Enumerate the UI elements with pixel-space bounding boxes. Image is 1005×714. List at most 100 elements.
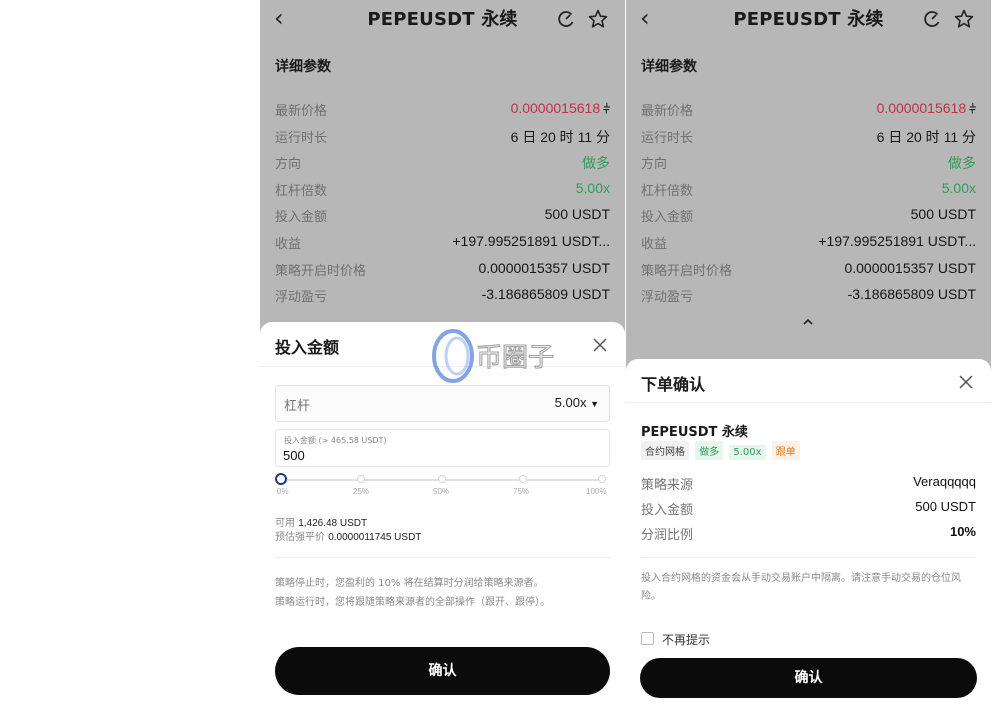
detail-row-latest-price: 最新价格 0.0000015618 ⫩ [275, 95, 610, 122]
amount-field-value: 500 [283, 448, 305, 463]
detail-label: 策略开启时价格 [275, 263, 367, 279]
detail-row-direction: 方向 做多 [275, 148, 610, 175]
detail-label: 收益 [275, 236, 302, 252]
slider-tick-label: 0% [277, 487, 289, 496]
tag-leverage: 5.00x [729, 445, 766, 460]
detail-label: 投入金额 [275, 210, 328, 226]
detail-label: 最新价格 [641, 104, 694, 119]
row-value: Veraqqqqq [913, 474, 976, 489]
amount-field-label: 投入金额 (> 465.58 USDT) [284, 436, 387, 445]
slider-node[interactable] [357, 475, 365, 483]
close-icon[interactable] [958, 374, 974, 390]
detail-value: 6 日 20 时 11 分 [510, 128, 610, 145]
tag-list: 合约网格 做多 5.00x 跟单 [641, 441, 803, 460]
slider-tick-label: 25% [353, 487, 370, 496]
confirm-button[interactable]: 确认 [640, 658, 977, 698]
row-label: 分润比例 [641, 528, 694, 543]
sheet-title: 投入金额 [275, 338, 340, 357]
row-value: 10% [949, 524, 976, 539]
isolation-notice: 投入合约网格的资金会从手动交易账户中隔离。请注意手动交易的仓位风险。 [641, 573, 961, 602]
slider-node[interactable] [598, 475, 606, 483]
slider-node[interactable] [519, 475, 527, 483]
star-icon[interactable] [953, 8, 975, 30]
detail-label: 方向 [275, 157, 302, 173]
profit-share-note: 策略停止时，您盈利的 10% 将在结算时分润给策略来源者。 策略运行时，您将跟随… [275, 578, 550, 608]
dont-show-again-label[interactable]: 不再提示 [662, 631, 710, 648]
divider [275, 557, 610, 558]
leverage-label: 杠杆 [284, 399, 311, 414]
slider-tick-label: 50% [433, 487, 450, 496]
detail-row-direction: 方向 做多 [641, 148, 976, 175]
phone-screen-right: ‹ PEPEUSDT 永续 详细参数 最新价格 0.0000015618 ⫩ 运行… [626, 0, 991, 714]
detail-label: 运行时长 [275, 130, 328, 146]
detail-label: 浮动盈亏 [275, 290, 328, 306]
refresh-icon[interactable] [555, 8, 577, 30]
detail-value: 5.00x [941, 179, 976, 196]
detail-value: 0.0000015357 USDT [478, 259, 610, 276]
detail-label: 收益 [641, 236, 668, 252]
leverage-value: 5.00x ▼ [554, 395, 599, 410]
watermark-text: 币圈子 [476, 343, 554, 373]
tag-copy-trade: 跟单 [771, 441, 800, 460]
detail-label: 运行时长 [641, 130, 694, 146]
detail-row-profit: 收益 +197.995251891 USDT... [641, 228, 976, 255]
candlestick-icon[interactable]: ⫩ [969, 102, 976, 117]
detail-value: 500 USDT [910, 206, 976, 223]
detail-value: 0.0000015618 ⫩ [510, 100, 610, 117]
slider-node[interactable] [438, 475, 446, 483]
detail-value: 做多 [948, 155, 976, 172]
confirm-row-investment: 投入金额 500 USDT [641, 499, 976, 519]
confirm-row-profit-share: 分润比例 10% [641, 524, 976, 544]
slider-tick-label: 75% [513, 487, 530, 496]
leverage-select[interactable]: 杠杆 5.00x ▼ [275, 385, 610, 422]
detail-label: 杠杆倍数 [641, 183, 694, 199]
tag-direction: 做多 [695, 441, 724, 460]
chevron-up-icon[interactable] [802, 316, 814, 328]
detail-value: 6 日 20 时 11 分 [876, 128, 976, 145]
dont-show-again-checkbox[interactable] [641, 632, 654, 645]
detail-row-floating-pnl: 浮动盈亏 -3.186865809 USDT [641, 281, 976, 308]
detail-row-runtime: 运行时长 6 日 20 时 11 分 [275, 122, 610, 149]
detail-value: -3.186865809 USDT [481, 286, 610, 303]
refresh-icon[interactable] [921, 8, 943, 30]
detail-label: 投入金额 [641, 210, 694, 226]
detail-row-start-price: 策略开启时价格 0.0000015357 USDT [275, 255, 610, 282]
detail-row-runtime: 运行时长 6 日 20 时 11 分 [641, 122, 976, 149]
detail-value: 5.00x [575, 179, 610, 196]
row-label: 策略来源 [641, 478, 694, 493]
detail-label: 方向 [641, 157, 668, 173]
candlestick-icon[interactable]: ⫩ [603, 102, 610, 117]
liquidation-price: 预估强平价 0.0000011745 USDT [275, 532, 422, 543]
slider-tick-label: 100% [586, 487, 607, 496]
detail-value: -3.186865809 USDT [847, 286, 976, 303]
detail-value: 做多 [582, 155, 610, 172]
detail-value: 500 USDT [544, 206, 610, 223]
detail-row-investment: 投入金额 500 USDT [641, 201, 976, 228]
detail-row-floating-pnl: 浮动盈亏 -3.186865809 USDT [275, 281, 610, 308]
detail-value: +197.995251891 USDT... [452, 232, 610, 249]
close-icon[interactable] [592, 337, 608, 353]
detail-row-leverage: 杠杆倍数 5.00x [275, 175, 610, 202]
available-balance: 可用 1,426.48 USDT [275, 518, 368, 529]
trading-pair: PEPEUSDT 永续 [641, 425, 748, 440]
detail-value: 0.0000015618 ⫩ [876, 100, 976, 117]
details-list: 最新价格 0.0000015618 ⫩ 运行时长 6 日 20 时 11 分 方向… [275, 95, 610, 308]
detail-row-investment: 投入金额 500 USDT [275, 201, 610, 228]
slider-thumb[interactable] [275, 473, 287, 485]
sheet-title: 下单确认 [641, 375, 706, 394]
detail-value: 0.0000015357 USDT [844, 259, 976, 276]
divider [626, 402, 991, 403]
details-list: 最新价格 0.0000015618 ⫩ 运行时长 6 日 20 时 11 分 方向… [641, 95, 976, 308]
details-title: 详细参数 [641, 59, 697, 75]
caret-down-icon: ▼ [590, 399, 599, 409]
order-confirm-sheet: 下单确认 PEPEUSDT 永续 合约网格 做多 5.00x 跟单 策略来源 V… [626, 359, 991, 714]
star-icon[interactable] [587, 8, 609, 30]
top-bar: ‹ PEPEUSDT 永续 [260, 0, 625, 38]
amount-input[interactable]: 投入金额 (> 465.58 USDT) 500 [275, 429, 610, 467]
confirm-button[interactable]: 确认 [275, 647, 610, 695]
detail-row-latest-price: 最新价格 0.0000015618 ⫩ [641, 95, 976, 122]
divider [641, 557, 976, 558]
details-title: 详细参数 [275, 59, 331, 75]
detail-label: 杠杆倍数 [275, 183, 328, 199]
row-value: 500 USDT [915, 499, 976, 514]
